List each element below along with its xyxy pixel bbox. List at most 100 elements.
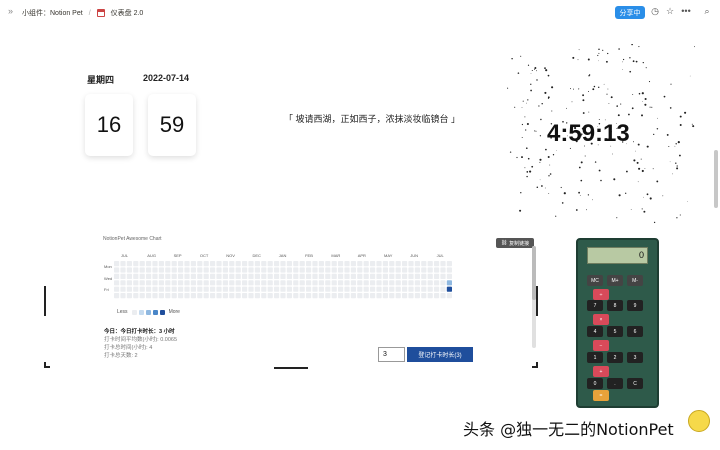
search-icon[interactable]: ⌕ (701, 6, 713, 17)
heatmap-cell[interactable] (190, 293, 196, 299)
star-icon[interactable]: ☆ (664, 6, 676, 17)
heatmap-cell[interactable] (216, 261, 222, 267)
calculator-key[interactable]: 2 (607, 352, 623, 363)
heatmap-cell[interactable] (120, 261, 126, 267)
copy-link-button[interactable]: ⛓ 复制链接 (496, 238, 534, 248)
heatmap-cell[interactable] (210, 293, 216, 299)
heatmap-cell[interactable] (306, 267, 312, 273)
heatmap-cell[interactable] (306, 293, 312, 299)
heatmap-cell[interactable] (299, 273, 305, 279)
heatmap-cell[interactable] (216, 267, 222, 273)
heatmap-cell[interactable] (242, 293, 248, 299)
heatmap-cell[interactable] (440, 261, 446, 267)
calculator-key[interactable]: 8 (607, 300, 623, 311)
heatmap-cell[interactable] (171, 286, 177, 292)
heatmap-cell[interactable] (274, 261, 280, 267)
heatmap-cell[interactable] (421, 273, 427, 279)
heatmap-cell[interactable] (146, 273, 152, 279)
heatmap-cell[interactable] (165, 286, 171, 292)
heatmap-cell[interactable] (402, 273, 408, 279)
heatmap-cell[interactable] (338, 286, 344, 292)
heatmap-cell[interactable] (210, 280, 216, 286)
heatmap-cell[interactable] (152, 261, 158, 267)
heatmap-cell[interactable] (152, 286, 158, 292)
clock-icon[interactable]: ◷ (649, 6, 661, 17)
heatmap-cell[interactable] (274, 273, 280, 279)
heatmap-cell[interactable] (248, 267, 254, 273)
heatmap-cell[interactable] (376, 280, 382, 286)
heatmap-cell[interactable] (235, 293, 241, 299)
heatmap-cell[interactable] (114, 280, 120, 286)
heatmap-cell[interactable] (414, 286, 420, 292)
heatmap-cell[interactable] (203, 267, 209, 273)
calculator-key[interactable]: × (593, 314, 609, 325)
heatmap-cell[interactable] (114, 267, 120, 273)
heatmap-cell[interactable] (261, 261, 267, 267)
heatmap-cell[interactable] (158, 286, 164, 292)
heatmap-cell[interactable] (434, 273, 440, 279)
heatmap-cell[interactable] (210, 267, 216, 273)
heatmap-cell[interactable] (120, 280, 126, 286)
heatmap-cell[interactable] (389, 286, 395, 292)
heatmap-cell[interactable] (197, 286, 203, 292)
heatmap-cell[interactable] (318, 267, 324, 273)
heatmap-cell[interactable] (267, 280, 273, 286)
heatmap-cell[interactable] (248, 273, 254, 279)
heatmap-cell[interactable] (344, 273, 350, 279)
heatmap-cell[interactable] (446, 286, 452, 292)
heatmap-cell[interactable] (126, 280, 132, 286)
heatmap-cell[interactable] (267, 273, 273, 279)
heatmap-cell[interactable] (203, 261, 209, 267)
heatmap-cell[interactable] (395, 261, 401, 267)
breadcrumb-current[interactable]: 仪表盘 2.0 (111, 8, 144, 18)
heatmap-cell[interactable] (318, 286, 324, 292)
heatmap-cell[interactable] (427, 273, 433, 279)
heatmap-cell[interactable] (146, 261, 152, 267)
heatmap-cell[interactable] (370, 280, 376, 286)
heatmap-cell[interactable] (299, 286, 305, 292)
heatmap-cell[interactable] (133, 261, 139, 267)
heatmap-cell[interactable] (242, 286, 248, 292)
heatmap-cell[interactable] (325, 293, 331, 299)
heatmap-cell[interactable] (178, 293, 184, 299)
heatmap-cell[interactable] (338, 261, 344, 267)
heatmap-cell[interactable] (235, 267, 241, 273)
share-button[interactable]: 分享中 (615, 6, 645, 19)
heatmap-cell[interactable] (299, 267, 305, 273)
heatmap-cell[interactable] (331, 280, 337, 286)
heatmap-cell[interactable] (389, 267, 395, 273)
heatmap-cell[interactable] (184, 273, 190, 279)
heatmap-cell[interactable] (171, 273, 177, 279)
heatmap-cell[interactable] (382, 286, 388, 292)
heatmap-cell[interactable] (146, 293, 152, 299)
heatmap-cell[interactable] (235, 280, 241, 286)
heatmap-cell[interactable] (242, 273, 248, 279)
heatmap-cell[interactable] (408, 280, 414, 286)
heatmap-cell[interactable] (190, 261, 196, 267)
heatmap-cell[interactable] (414, 273, 420, 279)
heatmap-cell[interactable] (286, 293, 292, 299)
heatmap-cell[interactable] (434, 267, 440, 273)
heatmap-cell[interactable] (325, 280, 331, 286)
heatmap-cell[interactable] (376, 267, 382, 273)
heatmap-cell[interactable] (178, 280, 184, 286)
heatmap-cell[interactable] (158, 273, 164, 279)
heatmap-cell[interactable] (184, 280, 190, 286)
heatmap-cell[interactable] (242, 261, 248, 267)
heatmap-cell[interactable] (395, 273, 401, 279)
heatmap-cell[interactable] (376, 293, 382, 299)
heatmap-cell[interactable] (370, 267, 376, 273)
heatmap-cell[interactable] (344, 267, 350, 273)
heatmap-cell[interactable] (306, 261, 312, 267)
heatmap-cell[interactable] (421, 280, 427, 286)
calculator-key[interactable]: 0 (587, 378, 603, 389)
heatmap-cell[interactable] (363, 273, 369, 279)
heatmap-cell[interactable] (165, 267, 171, 273)
heatmap-cell[interactable] (338, 293, 344, 299)
heatmap-cell[interactable] (216, 280, 222, 286)
heatmap-cell[interactable] (235, 286, 241, 292)
heatmap-cell[interactable] (357, 261, 363, 267)
heatmap-cell[interactable] (280, 293, 286, 299)
heatmap-cell[interactable] (363, 267, 369, 273)
heatmap-cell[interactable] (395, 293, 401, 299)
